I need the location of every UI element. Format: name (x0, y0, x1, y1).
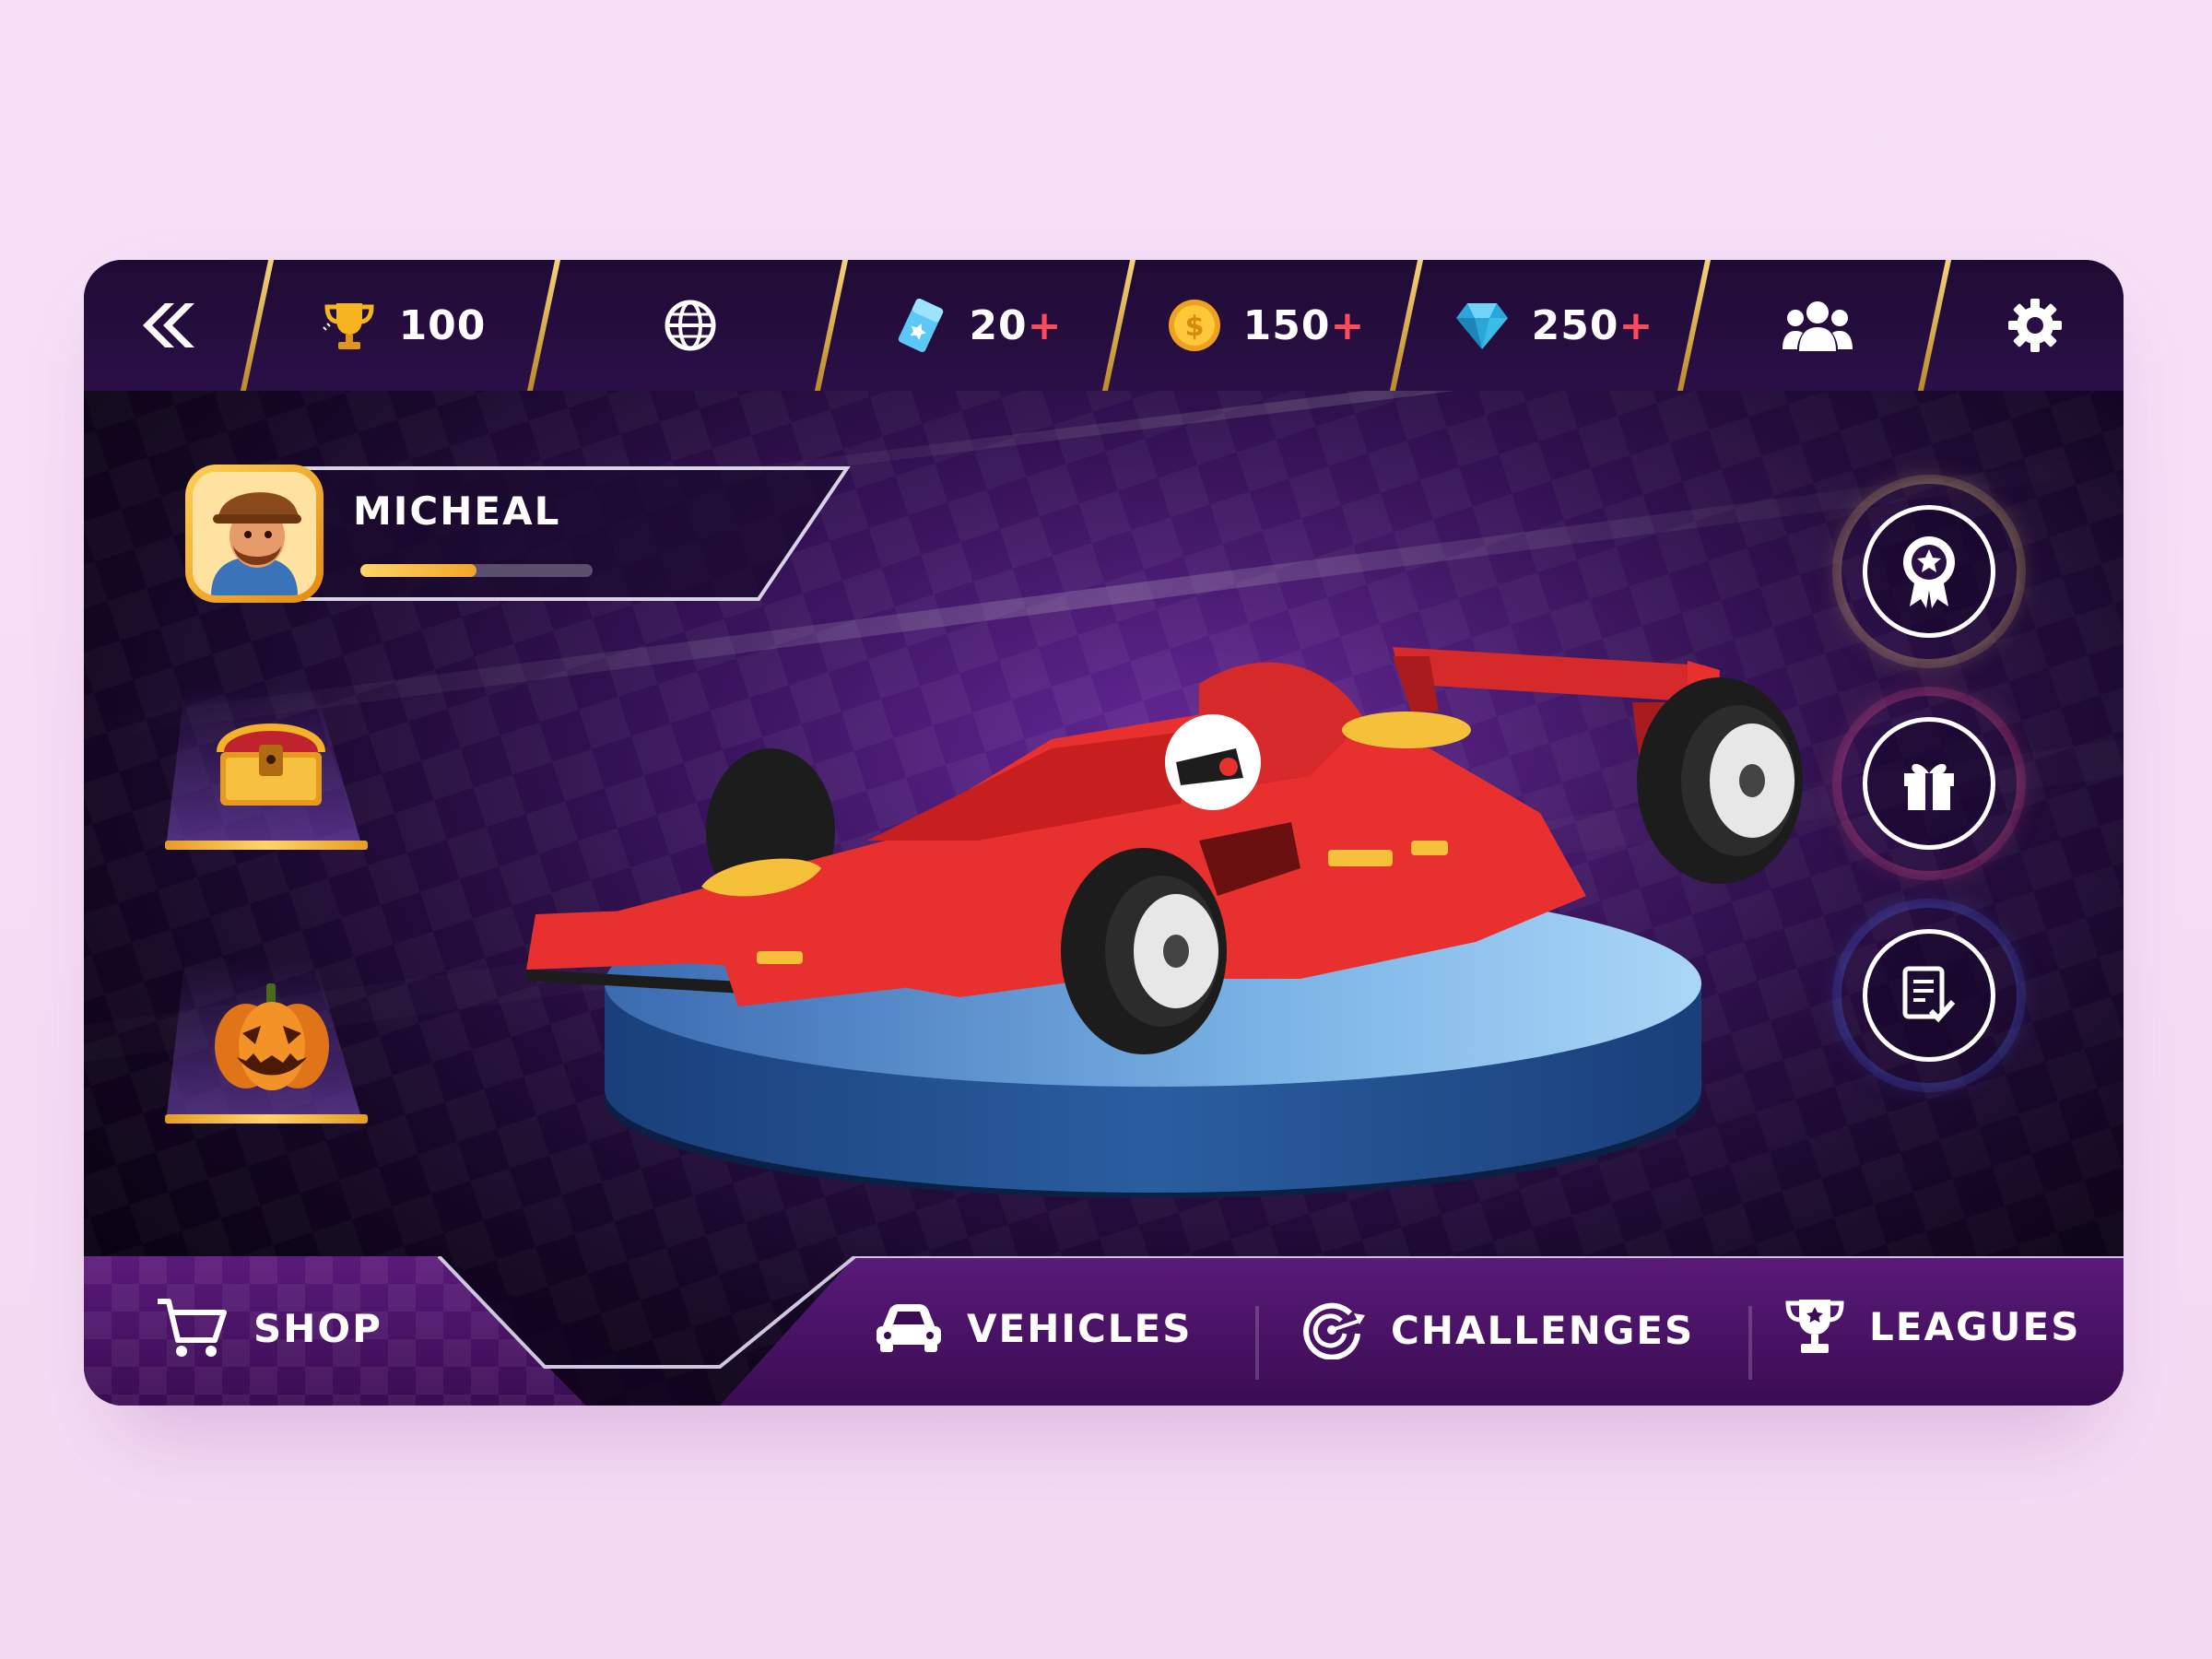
friends-icon (1783, 301, 1853, 351)
back-icon (143, 303, 194, 347)
friends-button[interactable] (1702, 260, 1933, 391)
trophy-counter[interactable]: 100 (265, 260, 541, 391)
gem-counter[interactable]: 250+ (1415, 260, 1691, 391)
gem-count: 250+ (1531, 301, 1654, 349)
achievements-button[interactable] (1841, 484, 2017, 659)
badge-icon (1903, 536, 1955, 608)
game-screen: 100 20+ $ 150+ 250+ MICHEAL SHOP VEHICLE… (84, 260, 2124, 1406)
back-button[interactable] (84, 260, 250, 391)
chest-stand (165, 841, 368, 850)
ticket-count: 20+ (969, 301, 1063, 349)
ticket-counter[interactable]: 20+ (840, 260, 1116, 391)
shop-label: SHOP (253, 1305, 382, 1351)
target-icon (1303, 1302, 1365, 1359)
car-icon (877, 1304, 941, 1352)
tasks-icon (1902, 966, 1956, 1023)
pumpkin-stand (165, 1114, 368, 1124)
ticket-icon (899, 298, 944, 353)
gem-icon (1455, 303, 1508, 349)
player-xp-fill (360, 564, 477, 577)
gift-button[interactable] (1841, 696, 2017, 871)
pumpkin-icon (215, 983, 329, 1090)
challenges-label: CHALLENGES (1391, 1307, 1695, 1353)
avatar-portrait (193, 472, 316, 595)
nav-separator (1748, 1306, 1752, 1380)
featured-car[interactable] (499, 564, 1807, 1209)
treasure-chest-offer[interactable] (130, 665, 370, 868)
nav-separator (1255, 1306, 1259, 1380)
leagues-label: LEAGUES (1869, 1303, 2081, 1349)
league-trophy-icon (1785, 1300, 1844, 1353)
globe-button[interactable] (552, 260, 829, 391)
halloween-offer[interactable] (130, 939, 370, 1142)
tasks-button[interactable] (1841, 908, 2017, 1083)
challenges-tab[interactable]: CHALLENGES (1302, 1300, 1694, 1359)
treasure-chest-icon (217, 724, 325, 806)
cart-icon (158, 1299, 227, 1357)
leagues-tab[interactable]: LEAGUES (1784, 1296, 2080, 1357)
coin-count: 150+ (1242, 301, 1366, 349)
shop-button[interactable]: SHOP (156, 1296, 382, 1360)
avatar[interactable] (185, 465, 324, 603)
gift-icon (1904, 763, 1954, 810)
coin-counter[interactable]: $ 150+ (1127, 260, 1404, 391)
svg-text:$: $ (1184, 311, 1204, 343)
vehicles-label: VEHICLES (967, 1305, 1193, 1351)
player-name: MICHEAL (353, 488, 561, 534)
settings-button[interactable] (1946, 260, 2124, 391)
trophy-icon (322, 303, 374, 349)
gear-icon (2007, 299, 2062, 352)
vehicles-tab[interactable]: VEHICLES (875, 1300, 1193, 1356)
coin-icon: $ (1168, 300, 1220, 351)
trophy-count: 100 (398, 301, 487, 349)
globe-icon (665, 300, 716, 351)
